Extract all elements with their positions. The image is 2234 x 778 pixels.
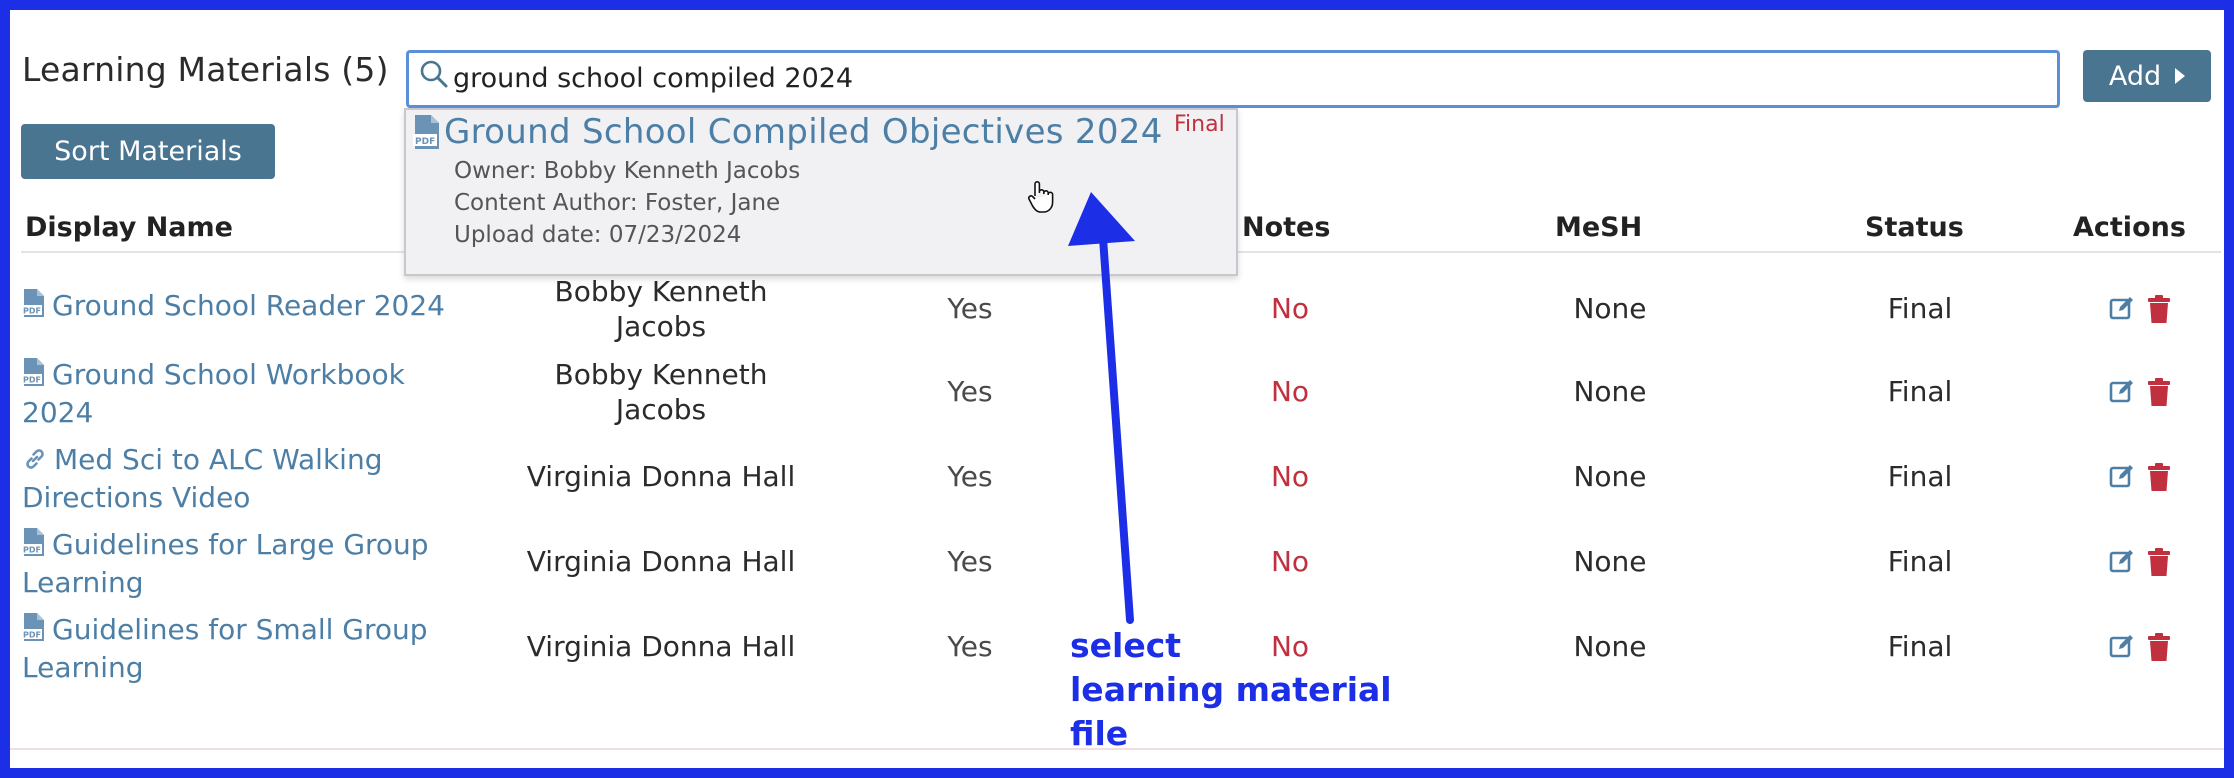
learning-materials-panel: Learning Materials (5) ground school com… — [10, 10, 2224, 768]
annotation-label: select learning material file — [1070, 626, 1392, 753]
